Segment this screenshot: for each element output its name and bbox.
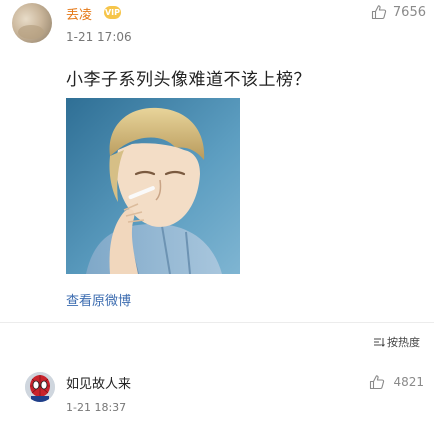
section-divider: [0, 322, 434, 323]
spiderman-avatar-icon: [25, 372, 55, 402]
post-timestamp: 1-21 17:06: [66, 30, 132, 44]
post-image[interactable]: [66, 98, 240, 274]
comment-like-button[interactable]: 4821: [369, 374, 424, 390]
sort-icon: [374, 338, 385, 347]
sort-label: 按热度: [387, 336, 420, 349]
thumb-up-icon: [370, 375, 385, 390]
sort-by-hot-button[interactable]: 按热度: [373, 334, 420, 350]
post-like-count: 7656: [392, 4, 426, 20]
thumb-up-icon: [371, 5, 387, 20]
portrait-photo: [66, 98, 240, 274]
weibo-post: 丢凌 VIP 1-21 17:06 7656 小李子系列头像难道不该上榜？ 查看…: [0, 0, 434, 322]
comment-avatar[interactable]: [25, 372, 55, 402]
comment-like-count: 4821: [393, 375, 424, 389]
comment-item: 如见故人来 1-21 18:37 4821: [0, 358, 434, 421]
comment-timestamp: 1-21 18:37: [66, 401, 127, 414]
user-avatar[interactable]: [12, 3, 52, 43]
post-text: 小李子系列头像难道不该上榜？: [66, 70, 311, 90]
comment-username[interactable]: 如见故人来: [66, 373, 131, 392]
vip-badge-icon: VIP: [104, 6, 121, 19]
view-original-link[interactable]: 查看原微博: [66, 290, 131, 309]
post-like-button[interactable]: 7656: [371, 4, 426, 20]
post-username[interactable]: 丢凌: [66, 4, 92, 23]
